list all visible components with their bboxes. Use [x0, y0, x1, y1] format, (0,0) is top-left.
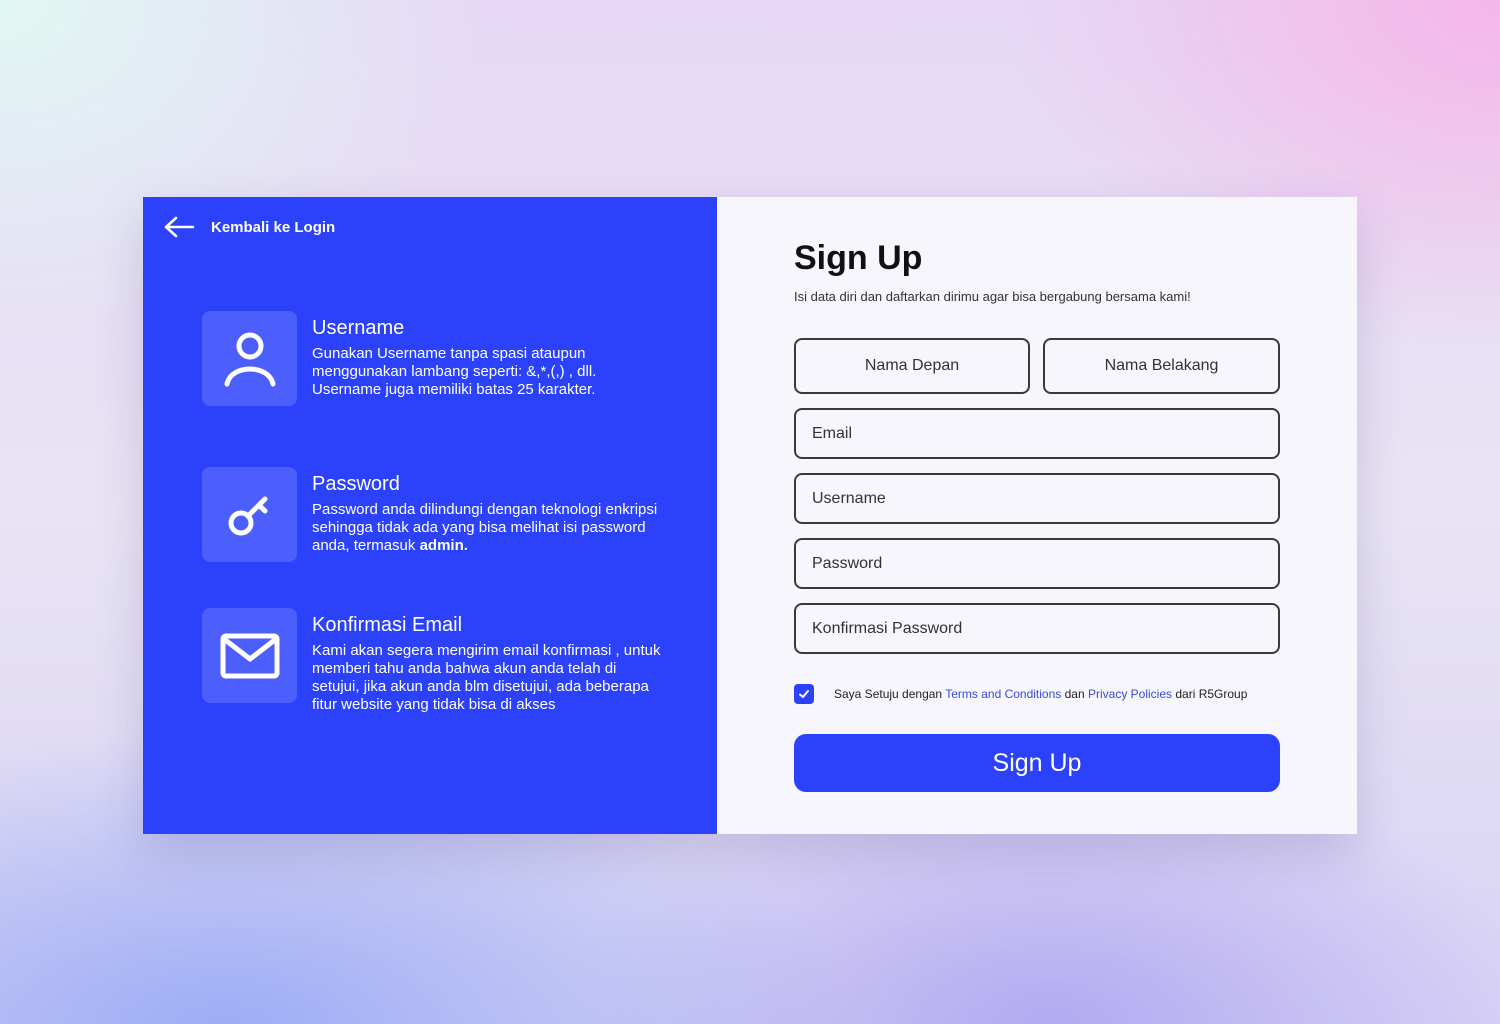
signup-card: Kembali ke Login Username Gunakan Userna…	[143, 197, 1357, 834]
feature-title: Username	[312, 317, 405, 339]
user-icon-tile	[202, 311, 297, 406]
feature-description-bold: admin.	[419, 537, 468, 554]
last-name-field[interactable]: Nama Belakang	[1043, 338, 1280, 394]
back-to-login-label: Kembali ke Login	[211, 218, 336, 236]
agreement-prefix: Saya Setuju dengan	[834, 687, 946, 701]
back-to-login-link[interactable]: Kembali ke Login	[163, 215, 335, 239]
page-title: Sign Up	[794, 239, 923, 277]
agreement-suffix: dari R5Group	[1172, 687, 1248, 701]
feature-description: Kami akan segera mengirim email konfirma…	[312, 642, 661, 713]
check-icon	[799, 690, 809, 698]
sign-up-button[interactable]: Sign Up	[794, 734, 1280, 792]
feature-title: Konfirmasi Email	[312, 614, 463, 636]
feature-email-confirmation: Konfirmasi Email Kami akan segera mengir…	[202, 608, 667, 714]
feature-title: Password	[312, 473, 400, 495]
signup-form-panel: Sign Up Isi data diri dan daftarkan diri…	[717, 197, 1357, 834]
agreement-row: Saya Setuju dengan Terms and Conditions …	[794, 684, 1247, 704]
page-subtitle: Isi data diri dan daftarkan dirimu agar …	[794, 289, 1191, 304]
username-field[interactable]: Username	[794, 473, 1280, 524]
feature-description: Gunakan Username tanpa spasi ataupun men…	[312, 345, 597, 398]
feature-password: Password Password anda dilindungi dengan…	[202, 467, 667, 562]
arrow-left-icon	[164, 216, 195, 238]
mail-icon-tile	[202, 608, 297, 703]
terms-link[interactable]: Terms and Conditions	[945, 687, 1061, 701]
agreement-text: Saya Setuju dengan Terms and Conditions …	[834, 687, 1247, 701]
feature-description-text: Password anda dilindungi dengan teknolog…	[312, 501, 658, 554]
password-field[interactable]: Password	[794, 538, 1280, 589]
user-icon	[224, 332, 275, 386]
agreement-checkbox[interactable]	[794, 684, 814, 704]
info-panel: Kembali ke Login Username Gunakan Userna…	[143, 197, 717, 834]
privacy-link[interactable]: Privacy Policies	[1088, 687, 1172, 701]
key-icon-tile	[202, 467, 297, 562]
confirm-password-field[interactable]: Konfirmasi Password	[794, 603, 1280, 654]
email-field[interactable]: Email	[794, 408, 1280, 459]
feature-description: Password anda dilindungi dengan teknolog…	[312, 501, 667, 555]
key-icon	[228, 496, 267, 535]
mail-icon	[220, 633, 279, 678]
first-name-field[interactable]: Nama Depan	[794, 338, 1030, 394]
agreement-middle: dan	[1061, 687, 1088, 701]
feature-username: Username Gunakan Username tanpa spasi at…	[202, 311, 667, 406]
